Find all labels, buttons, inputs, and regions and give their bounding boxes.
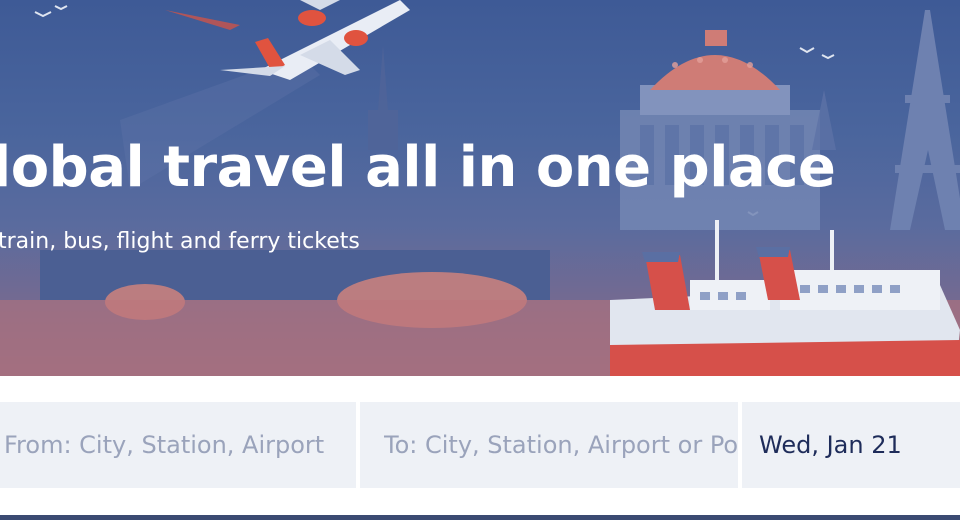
domed-building-icon [620,30,820,230]
date-picker[interactable]: Wed, Jan 21 [742,402,960,488]
search-bar: Wed, Jan 21 [0,402,960,488]
from-input[interactable] [0,431,356,459]
hero-banner: lobal travel all in one place train, bus… [0,0,960,376]
bottom-bar [0,515,960,520]
eiffel-tower-icon [890,10,960,230]
hero-title: lobal travel all in one place [0,135,836,200]
hero-subtitle: train, bus, flight and ferry tickets [0,229,360,254]
date-value: Wed, Jan 21 [759,431,902,459]
from-field[interactable] [0,402,356,488]
to-field[interactable] [360,402,738,488]
to-input[interactable] [360,431,738,459]
airplane-icon [165,0,410,80]
ferry-icon [610,220,960,376]
